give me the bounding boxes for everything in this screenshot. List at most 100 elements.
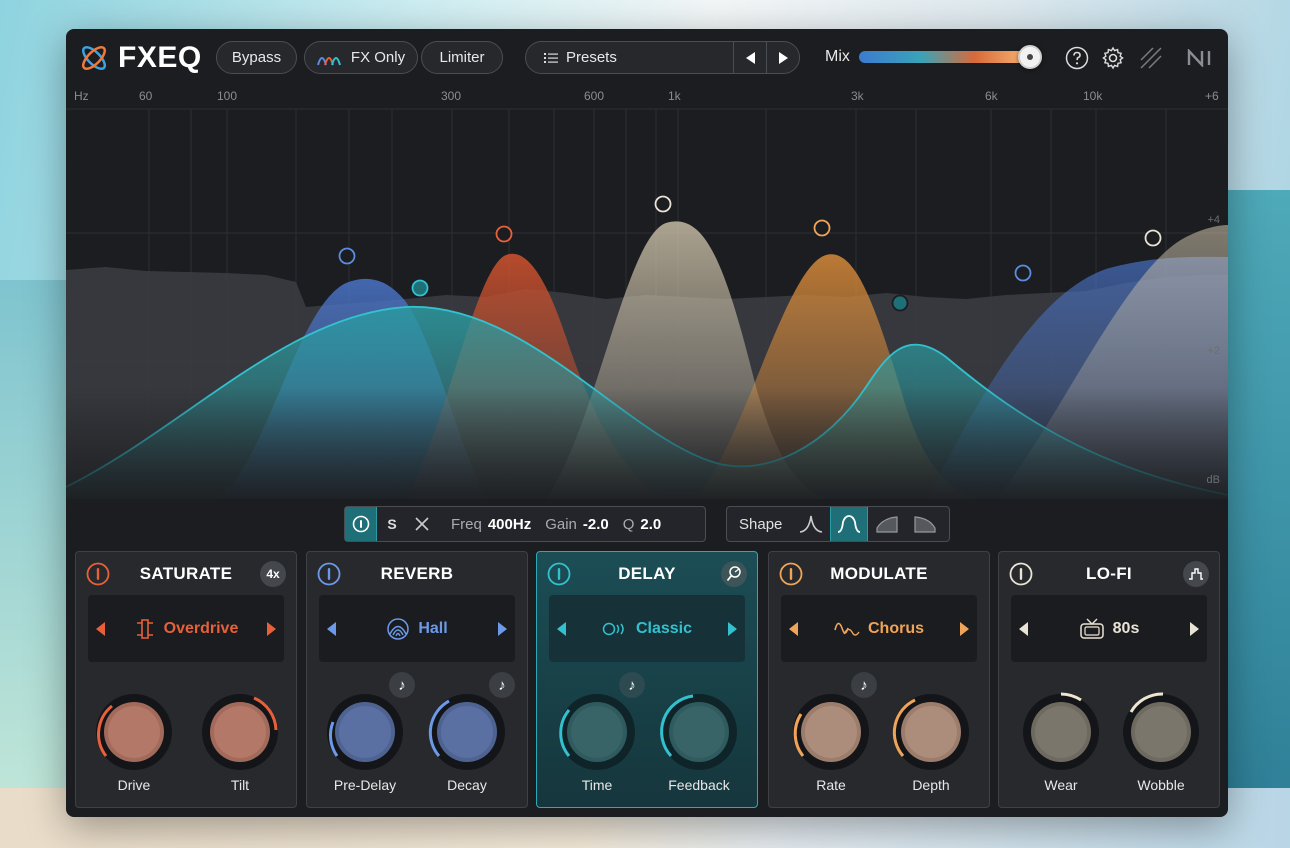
saturate-type-value: Overdrive (163, 619, 239, 637)
wear-knob[interactable] (1019, 690, 1103, 774)
band-solo-button[interactable]: S (377, 516, 407, 532)
resize-button[interactable] (1138, 45, 1164, 71)
classic-delay-icon (602, 622, 624, 635)
ping-pong-icon (726, 566, 741, 582)
shape-narrow-peak-button[interactable] (792, 507, 830, 541)
help-icon (1065, 46, 1089, 70)
presets-label: Presets (566, 49, 617, 66)
chevron-left-icon[interactable] (1019, 621, 1028, 636)
bell-icon (838, 515, 861, 533)
reverb-type-value: Hall (418, 619, 448, 637)
chevron-left-icon[interactable] (789, 621, 798, 636)
preset-prev-button[interactable] (733, 42, 766, 73)
freq-label: Freq (451, 515, 482, 533)
decay-label: Decay (447, 777, 487, 793)
background-wall-left (0, 280, 70, 790)
tilt-knob[interactable] (198, 690, 282, 774)
chevron-left-icon[interactable] (327, 621, 336, 636)
delay-type-selector: Classic (549, 595, 745, 662)
chevron-right-icon[interactable] (960, 621, 969, 636)
wobble-knob[interactable] (1119, 690, 1203, 774)
shape-high-shelf-button[interactable] (906, 507, 944, 541)
oversampling-button[interactable]: 4x (260, 561, 286, 587)
chevron-left-icon[interactable] (96, 621, 105, 636)
freq-value[interactable]: 400Hz (488, 516, 531, 533)
gain-unit: dB (1207, 474, 1220, 486)
low-shelf-icon (876, 516, 898, 533)
rate-knob[interactable] (789, 690, 873, 774)
lofi-mode-button[interactable] (1183, 561, 1209, 587)
chevron-right-icon[interactable] (267, 621, 276, 636)
mix-slider-thumb[interactable] (1018, 45, 1042, 69)
mix-slider[interactable] (859, 51, 1037, 63)
reverb-type-selector: Hall (319, 595, 515, 662)
chevron-right-icon[interactable] (498, 621, 507, 636)
gain-value[interactable]: -2.0 (583, 516, 609, 533)
time-knob[interactable] (555, 690, 639, 774)
shape-low-shelf-button[interactable] (868, 507, 906, 541)
chevron-left-icon[interactable] (557, 621, 566, 636)
freq-tick: 1k (668, 89, 681, 103)
lofi-type-value: 80s (1112, 619, 1140, 637)
power-icon (352, 515, 369, 533)
help-button[interactable] (1064, 45, 1090, 71)
native-instruments-logo (1186, 45, 1218, 71)
fxeq-logo-icon (81, 45, 107, 71)
ni-logo-icon (1187, 49, 1211, 67)
chevron-right-icon[interactable] (1189, 621, 1199, 636)
chevron-right-icon (778, 51, 788, 64)
lofi-type-selector: 80s (1011, 595, 1207, 662)
band-handle-saturate[interactable] (495, 225, 513, 243)
module-modulate: MODULATE Chorus ♪ Rate Depth (768, 551, 990, 808)
eq-graph[interactable]: +4 +2 dB (66, 107, 1228, 499)
shape-bell-button[interactable] (830, 507, 869, 541)
gear-icon (1102, 46, 1124, 70)
presets-button[interactable]: Presets (526, 49, 733, 66)
drive-knob[interactable] (92, 690, 176, 774)
saturate-type-selector: Overdrive (88, 595, 284, 662)
mix-label: Mix (825, 48, 850, 65)
bypass-button[interactable]: Bypass (216, 41, 297, 74)
plugin-window: FXEQ Bypass FX Only Limiter Presets Mix … (66, 29, 1228, 817)
rate-label: Rate (816, 777, 846, 793)
module-saturate: SATURATE 4x Overdrive Drive Tilt (75, 551, 297, 808)
band-handle-delay-high[interactable] (891, 294, 909, 312)
narrow-peak-icon (800, 515, 823, 533)
feedback-knob[interactable] (657, 690, 741, 774)
band-handle-delay-low[interactable] (411, 279, 429, 297)
fx-only-button[interactable]: FX Only (304, 41, 418, 74)
settings-button[interactable] (1100, 45, 1126, 71)
app-title: FXEQ (118, 41, 202, 74)
q-value[interactable]: 2.0 (640, 516, 661, 533)
band-power-button[interactable] (345, 507, 377, 541)
band-handle-lofi-mid[interactable] (654, 195, 672, 213)
waveform-step-icon (1189, 568, 1203, 580)
preset-next-button[interactable] (766, 42, 799, 73)
chevron-right-icon[interactable] (727, 621, 737, 636)
fx-only-icon (316, 56, 341, 65)
freq-tick: 600 (584, 89, 605, 103)
freq-tick: 6k (985, 89, 998, 103)
depth-knob[interactable] (889, 690, 973, 774)
module-delay: DELAY Classic ♪ Time Feedback (536, 551, 758, 808)
band-handle-lofi-high[interactable] (1144, 229, 1162, 247)
module-title: REVERB (380, 564, 454, 583)
pre-delay-knob[interactable] (323, 690, 407, 774)
freq-tick: 10k (1083, 89, 1103, 103)
module-reverb: REVERB Hall ♪ ♪ Pre-Delay Decay (306, 551, 528, 808)
band-handle-reverb-low[interactable] (338, 247, 356, 265)
limiter-button[interactable]: Limiter (421, 41, 503, 74)
limiter-label: Limiter (439, 49, 485, 66)
background-wall-right (1226, 190, 1290, 810)
band-handle-reverb-high[interactable] (1014, 264, 1032, 282)
delay-pingpong-button[interactable] (721, 561, 747, 587)
modulate-type-value: Chorus (868, 619, 924, 637)
decay-knob[interactable] (425, 690, 509, 774)
hall-icon (387, 617, 410, 640)
band-handle-modulate[interactable] (813, 219, 831, 237)
depth-label: Depth (912, 777, 950, 793)
freq-tick: 100 (217, 89, 238, 103)
band-delete-button[interactable] (407, 517, 437, 531)
gain-tick: +2 (1207, 345, 1220, 357)
freq-tick: 3k (851, 89, 864, 103)
